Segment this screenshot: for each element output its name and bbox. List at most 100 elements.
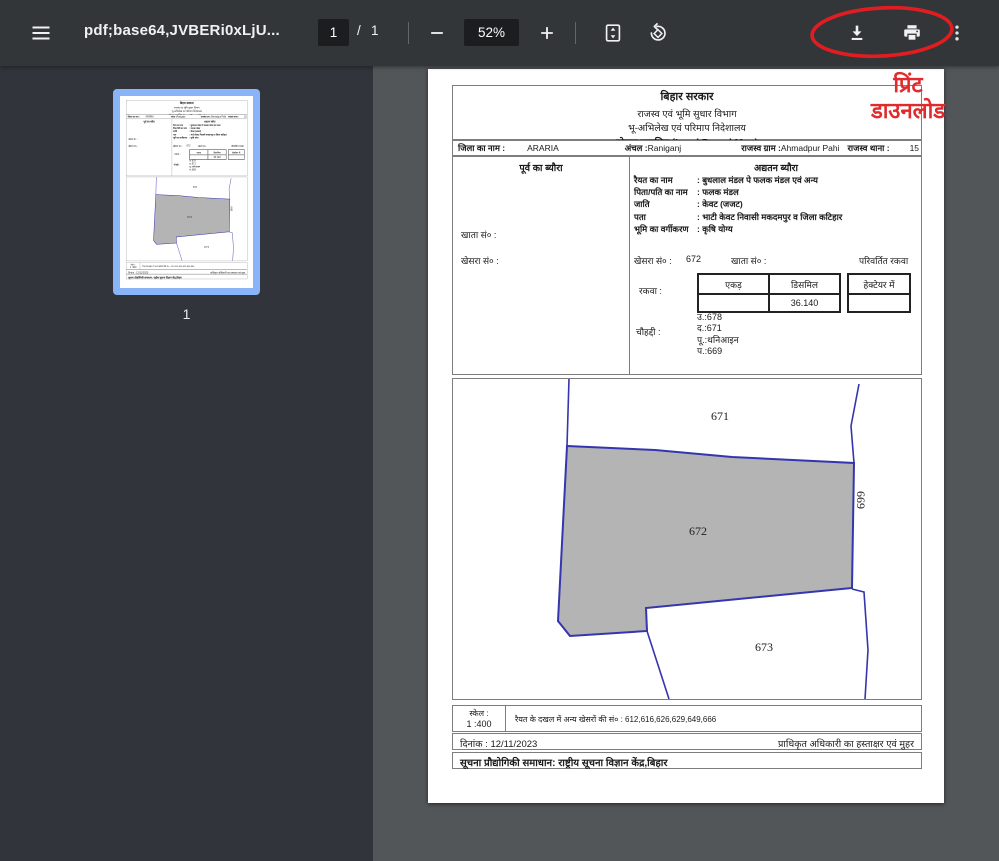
boundary-line-northwest [156,177,157,195]
boundary-south: द.:671 [697,323,739,334]
rakwa-label: रकवा : [174,152,180,155]
anchal-value: Raniganj [177,115,186,118]
dismil-value: 36.140 [769,294,840,312]
parcel-672-label: 672 [689,524,707,538]
fit-page-button[interactable] [594,14,632,52]
rotate-button[interactable] [639,14,677,52]
boundary-line-southeast [229,232,233,261]
pdf-page: बिहार सरकार राजस्व एवं भूमि सुधार विभाग … [428,69,944,803]
district-label: जिला का नाम : [128,115,140,118]
toolbar-divider [408,22,409,44]
document-title: pdf;base64,JVBERi0xLjU... [84,22,280,39]
details-section: पूर्व का ब्यौरा खाता सं० : खेसरा सं० : अ… [126,119,247,176]
boundary-line-northeast [851,384,859,463]
gov-title: बिहार सरकार [126,101,247,105]
district-label: जिला का नाम : [458,143,505,154]
land-class-label: भूमि का वर्गीकरण [173,136,189,139]
other-khesra-note: रैयत के दखल में अन्य खेसरों की सं० : 612… [142,265,194,268]
anchal-value: Raniganj [648,143,682,153]
chauhaddi-values: उ.:678 द.:671 पू.:थनिआइन प.:669 [697,312,739,357]
info-row: जिला का नाम : ARARIA अंचल : Raniganj राज… [452,140,922,156]
scale-label: स्केल : [453,708,505,719]
print-icon [901,22,923,44]
father-value: : फलक मंडल [697,186,919,198]
parcel-673-label: 673 [204,245,209,249]
dismil-value: 36.140 [208,155,226,160]
parcel-map: 671 672 673 669 [126,177,247,261]
pdf-page-wrapper: बिहार सरकार राजस्व एवं भूमि सुधार विभाग … [428,69,944,803]
rotate-counterclockwise-icon [647,22,669,44]
khata-no-label: खाता सं० : [731,254,766,267]
thana-value: 15 [244,115,246,118]
hectare-value [848,294,910,312]
page-number-input[interactable] [318,19,349,46]
address-label: पता [634,211,697,223]
address-value: : भाटी केवट निवासी मकदमपुर व जिला कटिहार [697,211,919,223]
parcel-map: 671 672 673 669 [452,378,922,700]
page-thumbnail[interactable]: बिहार सरकार राजस्व एवं भूमि सुधार विभाग … [113,89,260,295]
date-value: दिनांक : 12/11/2023 [460,737,537,750]
land-class-value: : कृषि योग्य [697,223,919,235]
hectare-header: हेक्टेयर में [848,274,910,294]
parcel-673-label: 673 [755,640,773,654]
hectare-value [228,155,244,160]
hamburger-icon [29,21,53,45]
document-header: बिहार सरकार राजस्व एवं भूमि सुधार विभाग … [126,100,247,114]
more-options-button[interactable] [938,14,976,52]
toolbar-divider [575,22,576,44]
pdf-main-area: बिहार सरकार राजस्व एवं भूमि सुधार विभाग … [373,66,999,861]
converted-area-label: परिवर्तित रकवा [859,254,908,267]
district-value: ARARIA [527,143,559,153]
boundary-line-south [176,243,182,261]
zoom-out-icon [427,23,447,43]
thana-value: 15 [910,143,919,153]
village-label: राजस्व ग्राम : [201,115,211,118]
dept-title: राजस्व एवं भूमि सुधार विभाग [453,107,921,120]
raiyat-value: : बुधलाल मंडल पे फलक मंडल एवं अन्य [697,174,919,186]
converted-area-label: परिवर्तित रकवा [231,144,244,147]
date-row: दिनांक : 12/11/2023 प्राधिकृत अधिकारी का… [126,270,247,274]
khesra-label: खेसरा सं० : [461,254,499,267]
parcel-671-label: 671 [193,185,198,189]
boundary-line-northwest [567,379,569,446]
rakwa-label: रकवा : [639,284,662,297]
parcel-672-label: 672 [187,215,192,219]
details-section: पूर्व का ब्यौरा खाता सं० : खेसरा सं० : अ… [452,156,922,375]
district-value: ARARIA [146,115,154,118]
anchal-label: अंचल : [625,143,648,154]
land-class-label: भूमि का वर्गीकरण [634,223,697,235]
parcel-669-label: 669 [230,206,234,211]
chauhaddi-values: उ.:678 द.:671 पू.:थनिआइन प.:669 [189,160,200,172]
boundary-west: प.:669 [189,168,200,171]
acre-value [698,294,769,312]
area-table: एकड़ डिसमिल 36.140 [189,149,226,159]
scale-value: 1 :400 [126,266,139,269]
zoom-in-button[interactable] [528,14,566,52]
footer-row: सूचना प्रौद्योगिकी समाधान: राष्ट्रीय सूच… [126,275,247,279]
zoom-level[interactable]: 52% [464,19,519,46]
hectare-table: हेक्टेयर में [228,149,244,159]
dismil-header: डिसमिल [769,274,840,294]
menu-button[interactable] [22,14,60,52]
boundary-line-southeast [852,589,868,699]
print-button[interactable] [893,14,931,52]
thumbnail-page-number: 1 [0,306,373,322]
khesra-no-value: 672 [686,254,701,264]
page-separator: / [357,23,361,38]
three-dot-menu-icon [947,23,967,43]
parcel-672-polygon [154,195,230,245]
thumbnail-page-preview: बिहार सरकार राजस्व एवं भूमि सुधार विभाग … [120,96,253,288]
scale-row: स्केल : 1 :400 रैयत के दखल में अन्य खेसर… [126,262,247,269]
zoom-out-button[interactable] [418,14,456,52]
khesra-label: खेसरा सं० : [129,144,139,147]
boundary-north: उ.:678 [697,312,739,323]
village-value: Ahmadpur Pahi [211,115,226,118]
download-button[interactable] [838,14,876,52]
caste-value: : केवट (जजट) [697,198,919,210]
gov-title: बिहार सरकार [453,89,921,104]
owner-details: रैयत का नाम: बुधलाल मंडल पे फलक मंडल एवं… [634,174,919,235]
parcel-map-svg: 671 672 673 669 [126,177,247,261]
pdf-toolbar: pdf;base64,JVBERi0xLjU... / 1 52% [0,0,999,66]
boundary-east: पू.:थनिआइन [697,335,739,346]
fit-page-icon [602,22,624,44]
